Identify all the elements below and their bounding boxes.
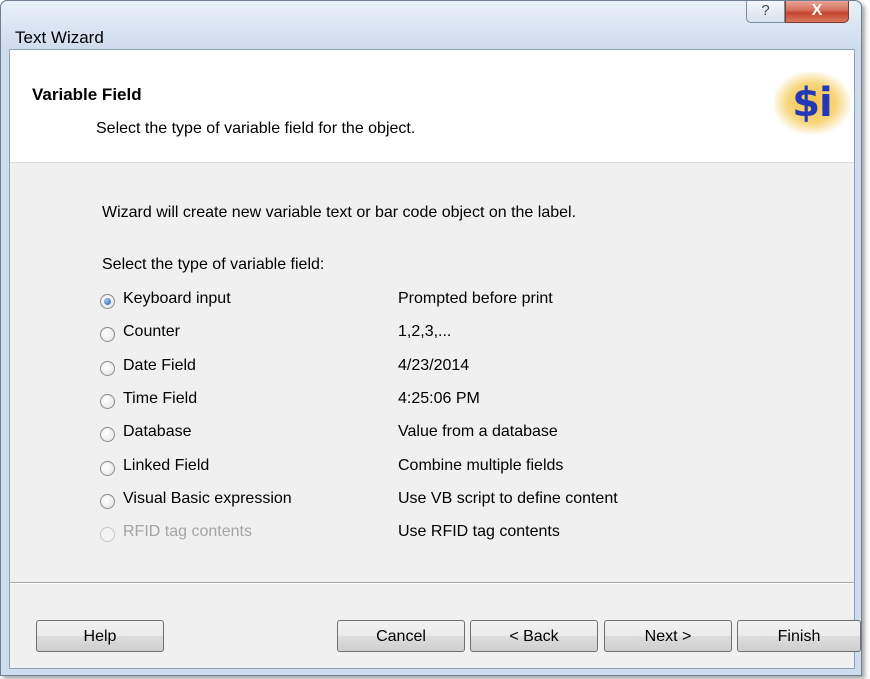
title-bar[interactable]: Text Wizard ? X (1, 1, 861, 49)
option-row[interactable]: Keyboard input Prompted before print (100, 290, 800, 314)
wizard-logo-icon: $i (774, 72, 850, 134)
wizard-client-area: Variable Field Select the type of variab… (9, 49, 861, 669)
radio-button[interactable] (100, 494, 115, 509)
option-row[interactable]: Visual Basic expression Use VB script to … (100, 490, 800, 514)
radio-button (100, 527, 115, 542)
option-row: RFID tag contents Use RFID tag contents (100, 523, 800, 547)
close-button[interactable]: X (785, 1, 849, 23)
option-label[interactable]: Linked Field (123, 457, 209, 475)
option-description: Value from a database (398, 423, 558, 440)
option-row[interactable]: Counter 1,2,3,... (100, 323, 800, 347)
footer-divider-highlight (10, 583, 854, 584)
option-description: Combine multiple fields (398, 457, 564, 474)
option-label[interactable]: Keyboard input (123, 290, 231, 308)
logo-text: $i (792, 80, 833, 126)
finish-button[interactable]: Finish (737, 620, 861, 652)
option-label[interactable]: Counter (123, 323, 180, 341)
wizard-header: Variable Field Select the type of variab… (10, 50, 854, 162)
option-row[interactable]: Time Field 4:25:06 PM (100, 390, 800, 414)
select-type-label: Select the type of variable field: (102, 256, 325, 273)
option-label[interactable]: Time Field (123, 390, 197, 408)
radio-button[interactable] (100, 427, 115, 442)
radio-button[interactable] (100, 361, 115, 376)
option-label[interactable]: Date Field (123, 357, 196, 375)
page-title: Variable Field (32, 85, 142, 104)
question-mark-icon: ? (761, 2, 770, 19)
radio-button[interactable] (100, 394, 115, 409)
option-description: 1,2,3,... (398, 323, 452, 340)
page-subtitle: Select the type of variable field for th… (96, 120, 416, 137)
cancel-button[interactable]: Cancel (337, 620, 465, 652)
radio-button[interactable] (100, 327, 115, 342)
option-description: Use RFID tag contents (398, 523, 560, 540)
option-label[interactable]: Visual Basic expression (123, 490, 292, 508)
close-icon: X (811, 2, 823, 19)
option-label: RFID tag contents (123, 523, 252, 540)
option-description: 4/23/2014 (398, 357, 470, 374)
text-wizard-window: Text Wizard ? X Variable Field Select th… (0, 0, 862, 676)
option-description: Use VB script to define content (398, 490, 618, 507)
window-title: Text Wizard (15, 28, 104, 47)
next-button[interactable]: Next > (604, 620, 732, 652)
help-titlebar-button[interactable]: ? (746, 1, 785, 23)
option-description: 4:25:06 PM (398, 390, 480, 407)
option-row[interactable]: Date Field 4/23/2014 (100, 357, 800, 381)
header-divider (10, 162, 854, 163)
option-row[interactable]: Database Value from a database (100, 423, 800, 447)
option-row[interactable]: Linked Field Combine multiple fields (100, 457, 800, 481)
intro-text: Wizard will create new variable text or … (102, 204, 577, 221)
option-description: Prompted before print (398, 290, 553, 307)
radio-button[interactable] (100, 294, 115, 309)
back-button[interactable]: < Back (470, 620, 598, 652)
option-label[interactable]: Database (123, 423, 192, 441)
help-button[interactable]: Help (36, 620, 164, 652)
radio-button[interactable] (100, 461, 115, 476)
